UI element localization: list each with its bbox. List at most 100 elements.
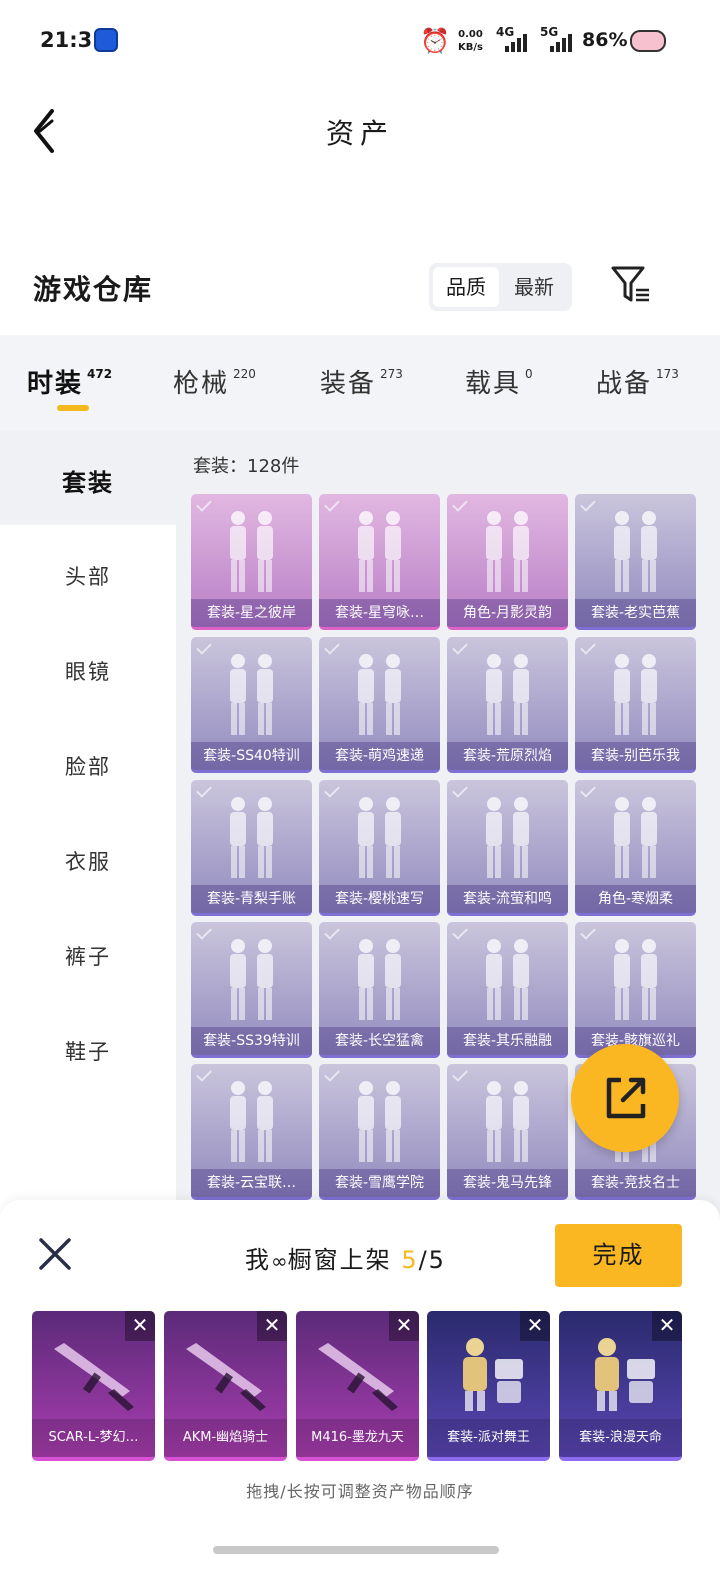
outfit-figure-icon [486,939,529,1020]
showcase-total: /5 [418,1246,446,1274]
sidebar-item-pants[interactable]: 裤子 [0,941,176,971]
grid-item[interactable]: 套装-流萤和鸣 [447,780,568,916]
sidebar-item-glasses[interactable]: 眼镜 [0,656,176,686]
showcase-slot[interactable]: ✕ 套装-派对舞王 [427,1311,550,1461]
outfit-figure-icon [486,1081,529,1162]
check-icon [452,1066,468,1082]
tab-label: 枪械 [173,369,230,399]
showcase-slot[interactable]: ✕ SCAR-L-梦幻… [32,1311,155,1461]
grid-item[interactable]: 套装-别芭乐我 [575,637,696,773]
grid-item-label: 套装-竞技名士 [575,1169,696,1197]
showcase-slot[interactable]: ✕ AKM-幽焰骑士 [164,1311,287,1461]
remove-slot-icon[interactable]: ✕ [125,1311,155,1341]
gun-icon [54,1343,134,1411]
outfit-figure-icon [230,797,273,878]
check-icon [196,496,212,512]
outfit-figure-icon [358,939,401,1020]
grid-item[interactable]: 套装-云宝联… [191,1064,312,1200]
outfit-figure-icon [230,939,273,1020]
check-icon [324,1066,340,1082]
grid-item[interactable]: 套装-骸旗巡礼 [575,922,696,1058]
grid-item[interactable]: 套装-老实芭蕉 [575,494,696,630]
sidebar-item-head[interactable]: 头部 [0,561,176,591]
status-bar: 21:31 ⏰ 0.00 KB/s 4G 5G 86% [0,0,720,80]
net-speed-value: 0.00 [458,29,483,40]
grid-item-label: 套装-星之彼岸 [191,599,312,627]
grid-item-label: 套装-别芭乐我 [575,742,696,770]
check-icon [324,639,340,655]
done-button[interactable]: 完成 [555,1224,682,1287]
alarm-icon: ⏰ [420,27,450,55]
sidebar-item-shoes[interactable]: 鞋子 [0,1036,176,1066]
showcase-title-prefix: 我 [245,1246,271,1274]
remove-slot-icon[interactable]: ✕ [652,1311,682,1341]
tab-label: 战备 [596,369,653,399]
tab-vehicles[interactable]: 载具 0 [465,363,533,400]
grid-item-label: 套装-萌鸡速递 [319,742,440,770]
grid-item[interactable]: 套装-长空猛禽 [319,922,440,1058]
grid-item[interactable]: 套装-星之彼岸 [191,494,312,630]
remove-slot-icon[interactable]: ✕ [389,1311,419,1341]
remove-slot-icon[interactable]: ✕ [257,1311,287,1341]
showcase-title-text: 橱窗上架 [287,1246,392,1274]
check-icon [196,924,212,940]
outfit-figure-icon [358,797,401,878]
item-count: 套装：128件 [193,456,300,477]
check-icon [580,782,596,798]
sidebar-item-face[interactable]: 脸部 [0,751,176,781]
close-icon[interactable] [35,1234,75,1274]
showcase-slot-label: SCAR-L-梦幻… [32,1419,155,1457]
warehouse-title: 游戏仓库 [33,273,154,306]
grid-item[interactable]: 套装-青梨手账 [191,780,312,916]
grid-item-label: 套装-SS39特训 [191,1027,312,1055]
tab-equipment[interactable]: 装备 273 [320,363,403,400]
showcase-slot-label: AKM-幽焰骑士 [164,1419,287,1457]
check-icon [580,639,596,655]
category-tabs: 时装 472 枪械 220 装备 273 载具 0 战备 173 [0,335,720,431]
net-speed-unit: KB/s [458,42,483,53]
grid-item[interactable]: 套装-SS39特训 [191,922,312,1058]
grid-item[interactable]: 套装-荒原烈焰 [447,637,568,773]
sort-quality-button[interactable]: 品质 [433,267,499,307]
filter-icon[interactable] [610,264,652,306]
outfit-figure-icon [614,654,657,735]
active-tab-indicator [57,405,89,411]
grid-item-label: 套装-青梨手账 [191,885,312,913]
showcase-slot[interactable]: ✕ 套装-浪漫天命 [559,1311,682,1461]
home-indicator[interactable] [213,1546,499,1554]
grid-item[interactable]: 套装-樱桃速写 [319,780,440,916]
tab-fashion[interactable]: 时装 472 [27,363,112,400]
grid-item[interactable]: 套装-SS40特训 [191,637,312,773]
share-export-icon[interactable] [571,1044,679,1152]
check-icon [452,639,468,655]
check-icon [196,782,212,798]
grid-item[interactable]: 套装-星穹咏… [319,494,440,630]
sort-newest-button[interactable]: 最新 [501,267,567,307]
grid-item[interactable]: 套装-雪鹰学院 [319,1064,440,1200]
signal-icon [550,34,572,52]
outfit-figure-icon [358,1081,401,1162]
showcase-slot[interactable]: ✕ M416-墨龙九天 [296,1311,419,1461]
outfit-figure-icon [595,1338,655,1411]
grid-item[interactable]: 套装-萌鸡速递 [319,637,440,773]
check-icon [580,496,596,512]
sidebar-item-clothes[interactable]: 衣服 [0,846,176,876]
tab-count: 472 [87,367,113,381]
grid-item-label: 套装-荒原烈焰 [447,742,568,770]
sidebar-item-suits[interactable]: 套装 [0,463,176,498]
outfit-figure-icon [463,1338,523,1411]
grid-item[interactable]: 套装-鬼马先锋 [447,1064,568,1200]
tab-count: 220 [233,367,256,381]
tab-firearms[interactable]: 枪械 220 [173,363,256,400]
tab-supplies[interactable]: 战备 173 [596,363,679,400]
grid-item-label: 套装-星穹咏… [319,599,440,627]
grid-item[interactable]: 角色-寒烟柔 [575,780,696,916]
battery-level: 86% [582,29,628,51]
grid-item-label: 套装-鬼马先锋 [447,1169,568,1197]
grid-item[interactable]: 套装-其乐融融 [447,922,568,1058]
remove-slot-icon[interactable]: ✕ [520,1311,550,1341]
grid-item-label: 角色-月影灵韵 [447,599,568,627]
tab-count: 173 [656,367,679,381]
grid-item[interactable]: 角色-月影灵韵 [447,494,568,630]
app-icon [94,28,118,52]
